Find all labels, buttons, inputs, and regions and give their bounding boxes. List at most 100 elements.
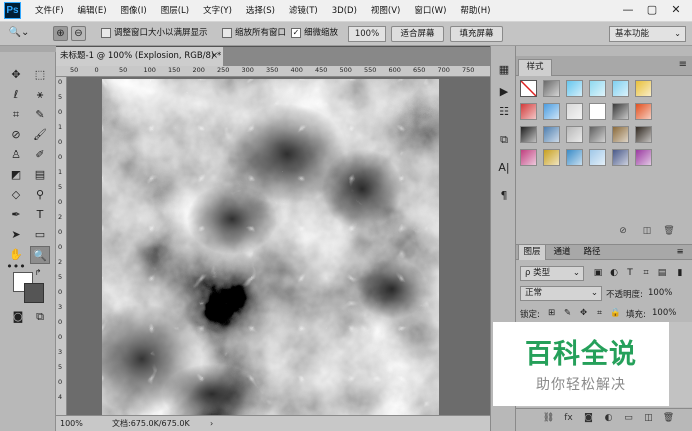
screen-mode-icon[interactable]: ⧉ (30, 308, 50, 326)
new-style-icon[interactable]: ◫ (640, 224, 654, 238)
tab-styles[interactable]: 样式 (518, 59, 552, 76)
filter-smart-object-icon[interactable]: ▤ (656, 267, 668, 280)
new-group-icon[interactable]: ▭ (622, 412, 635, 425)
menu-3d[interactable]: 3D(D) (325, 0, 364, 22)
zoom-tool-preset-icon[interactable]: 🔍⌄ (6, 26, 32, 41)
style-swatch[interactable] (612, 126, 629, 143)
path-selection-tool-icon[interactable]: ➤ (6, 226, 26, 244)
history-brush-tool-icon[interactable]: ✐ (30, 146, 50, 164)
clear-style-icon[interactable]: ⊘ (616, 224, 630, 238)
fit-screen-button[interactable]: 适合屏幕 (391, 26, 444, 42)
menu-view[interactable]: 视图(V) (364, 0, 407, 22)
lock-transparent-icon[interactable]: ⊞ (546, 307, 557, 319)
dodge-tool-icon[interactable]: ⚲ (30, 186, 50, 204)
new-layer-icon[interactable]: ◫ (642, 412, 655, 425)
style-swatch[interactable] (635, 126, 652, 143)
zoom-value-field[interactable]: 100% (348, 26, 386, 42)
panel-menu-icon[interactable]: ≡ (672, 245, 688, 260)
style-swatch[interactable] (635, 103, 652, 120)
layer-filter-select[interactable]: ρ 类型 ⌄ (520, 266, 584, 281)
style-swatch[interactable] (543, 80, 560, 97)
document-tab[interactable]: 未标题-1 @ 100% (Explosion, RGB/8) * × (56, 47, 224, 66)
style-swatch[interactable] (589, 80, 606, 97)
style-swatch[interactable] (543, 149, 560, 166)
add-mask-icon[interactable]: ◙ (582, 412, 595, 425)
fill-field[interactable]: 100% (652, 308, 676, 318)
gradient-tool-icon[interactable]: ▤ (30, 166, 50, 184)
style-swatch[interactable] (543, 126, 560, 143)
zoom-in-icon[interactable]: ⊕ (53, 26, 68, 41)
menu-edit[interactable]: 编辑(E) (71, 0, 114, 22)
minimize-button[interactable]: — (616, 0, 640, 22)
filter-type-icon[interactable]: T (624, 267, 636, 280)
paragraph-panel-icon[interactable]: ¶ (495, 188, 513, 204)
resize-windows-checkbox[interactable] (101, 28, 111, 38)
menu-file[interactable]: 文件(F) (28, 0, 71, 22)
healing-brush-tool-icon[interactable]: ⊘ (6, 126, 26, 144)
background-color-swatch[interactable] (24, 283, 44, 303)
close-button[interactable]: ✕ (664, 0, 688, 22)
style-swatch[interactable] (612, 80, 629, 97)
style-swatch[interactable] (520, 126, 537, 143)
link-layers-icon[interactable]: ⛓ (542, 412, 555, 425)
eyedropper-tool-icon[interactable]: ✎ (30, 106, 50, 124)
style-swatch[interactable] (589, 149, 606, 166)
zoom-out-icon[interactable]: ⊖ (71, 26, 86, 41)
lock-image-icon[interactable]: ✎ (562, 307, 573, 319)
style-swatch[interactable] (520, 80, 537, 97)
menu-help[interactable]: 帮助(H) (453, 0, 497, 22)
style-swatch[interactable] (566, 103, 583, 120)
opacity-field[interactable]: 100% (648, 288, 672, 298)
quick-mask-icon[interactable]: ◙ (8, 308, 28, 326)
scrubby-zoom-checkbox[interactable]: ✓ (291, 28, 301, 38)
move-tool-icon[interactable]: ✥ (6, 66, 26, 84)
type-tool-icon[interactable]: T (30, 206, 50, 224)
close-tab-icon[interactable]: × (211, 47, 218, 66)
filter-adjustment-icon[interactable]: ◐ (608, 267, 620, 280)
restore-button[interactable]: ▢ (640, 0, 664, 22)
menu-window[interactable]: 窗口(W) (407, 0, 453, 22)
menu-layer[interactable]: 图层(L) (154, 0, 196, 22)
lock-artboard-icon[interactable]: ⌗ (594, 307, 605, 319)
style-swatch[interactable] (635, 80, 652, 97)
style-swatch[interactable] (612, 103, 629, 120)
status-zoom[interactable]: 100% (60, 416, 83, 431)
lock-position-icon[interactable]: ✥ (578, 307, 589, 319)
toolbox-grip[interactable] (0, 46, 56, 52)
fill-screen-button[interactable]: 填充屏幕 (450, 26, 503, 42)
crop-tool-icon[interactable]: ⌗ (6, 106, 26, 124)
horizontal-ruler[interactable]: 50 0 50 100 150 200 250 300 350 400 450 500 550 600 65… (56, 66, 490, 77)
clone-stamp-tool-icon[interactable]: ♙ (6, 146, 26, 164)
history-panel-icon[interactable]: ▦ (495, 62, 513, 78)
properties-panel-icon[interactable]: ☷ (495, 104, 513, 120)
filter-pixel-icon[interactable]: ▣ (592, 267, 604, 280)
style-swatch[interactable] (520, 149, 537, 166)
character-panel-icon[interactable]: A| (495, 160, 513, 176)
zoom-all-windows-checkbox[interactable] (222, 28, 232, 38)
rectangle-tool-icon[interactable]: ▭ (30, 226, 50, 244)
style-swatch[interactable] (635, 149, 652, 166)
filter-toggle-icon[interactable]: ▮ (674, 267, 686, 280)
workspace-select[interactable]: 基本功能 ⌄ (609, 26, 686, 42)
pen-tool-icon[interactable]: ✒ (6, 206, 26, 224)
actions-panel-icon[interactable]: ▶ (495, 84, 513, 100)
menu-type[interactable]: 文字(Y) (196, 0, 239, 22)
eraser-tool-icon[interactable]: ◩ (6, 166, 26, 184)
clone-source-panel-icon[interactable]: ⧉ (495, 132, 513, 148)
status-menu-arrow-icon[interactable]: › (210, 416, 213, 431)
filter-shape-icon[interactable]: ⌗ (640, 267, 652, 280)
style-swatch[interactable] (520, 103, 537, 120)
style-swatch[interactable] (566, 126, 583, 143)
delete-layer-icon[interactable]: 🗑 (662, 412, 675, 425)
delete-style-icon[interactable]: 🗑 (662, 224, 676, 238)
magic-wand-tool-icon[interactable]: ⚹ (30, 86, 50, 104)
lasso-tool-icon[interactable]: ℓ (6, 86, 26, 104)
swap-colors-icon[interactable]: ↱ (32, 268, 44, 278)
tab-channels[interactable]: 通道 (548, 245, 576, 260)
style-swatch[interactable] (589, 126, 606, 143)
panel-menu-icon[interactable]: ≡ (679, 59, 687, 70)
marquee-tool-icon[interactable]: ⬚ (30, 66, 50, 84)
menu-filter[interactable]: 滤镜(T) (282, 0, 325, 22)
style-swatch[interactable] (612, 149, 629, 166)
layer-style-icon[interactable]: fx (562, 412, 575, 425)
